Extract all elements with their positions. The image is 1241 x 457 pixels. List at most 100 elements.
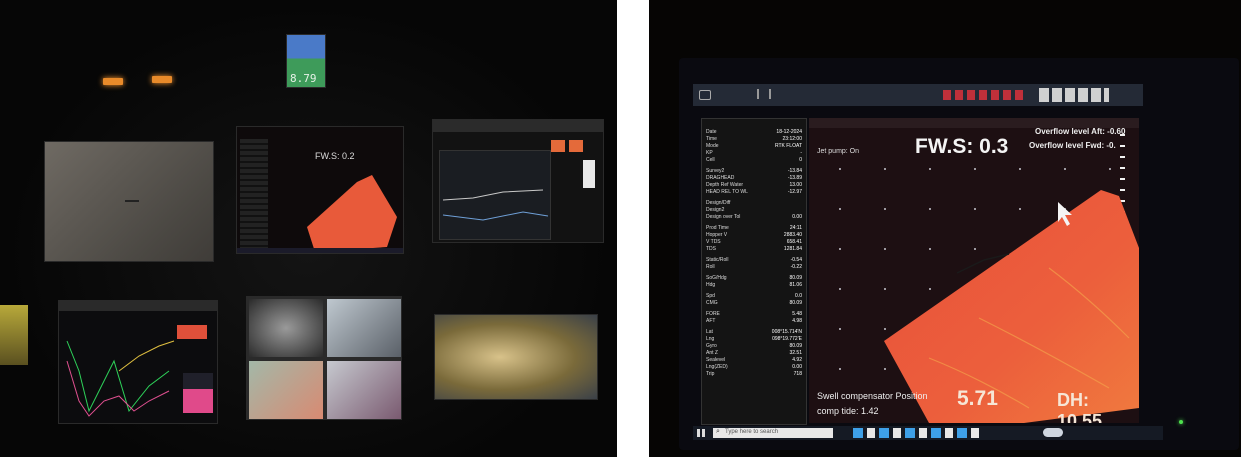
panel-row-value: 5.48 <box>792 311 802 317</box>
panel-row: Depth Ref Water 13.00 <box>702 182 806 189</box>
panel-row: Spd 0.0 <box>702 293 806 300</box>
underwater-camera-monitor <box>434 314 598 400</box>
toolbar-icon-strip[interactable] <box>1039 88 1109 102</box>
panel-row-value: 80.09 <box>789 300 802 306</box>
panel-row-value: -12.97 <box>787 189 802 195</box>
swell-compensator-text: Swell compensator Position <box>817 391 928 401</box>
panel-row-value: -13.89 <box>787 175 802 181</box>
panel-row-value: 23:12:00 <box>782 136 802 142</box>
filter-icon[interactable] <box>757 89 771 99</box>
panel-row: Design over Tol 0.00 <box>702 214 806 221</box>
panel-row-value: 80.09 <box>789 275 802 281</box>
panel-row-label: Hdg <box>706 282 716 288</box>
monitor-mark <box>125 200 139 202</box>
start-icon[interactable] <box>697 429 705 437</box>
camera-icon[interactable] <box>699 90 711 100</box>
panel-row-value: 80.09 <box>789 343 802 349</box>
panel-row-label: Date <box>706 129 717 135</box>
taskbar-search-placeholder: Type here to search <box>725 429 779 435</box>
camera-grid-monitor <box>246 296 402 420</box>
panel-row-value: - <box>800 150 802 156</box>
search-icon: ⌕ <box>716 428 720 435</box>
dredge-profile-monitor: FW.S: 0.2 <box>236 126 404 254</box>
panel-row-label: FORE <box>706 311 720 317</box>
panel-row: AFT 4.98 <box>702 318 806 325</box>
panel-row-value: 4.98 <box>792 318 802 324</box>
panel-row-label: Prod Time <box>706 225 729 231</box>
panel-row-value: 0 <box>799 157 802 163</box>
windows-taskbar: ⌕ Type here to search <box>693 426 1163 440</box>
panel-row-label: TDS <box>706 246 716 252</box>
panel-row: Design/Diff <box>702 200 806 207</box>
panel-row-label: KP <box>706 150 713 156</box>
panel-row: Design2 <box>702 207 806 214</box>
panel-row: Time 23:12:00 <box>702 136 806 143</box>
left-photo: 8.79 FW.S: 0.2 <box>0 0 617 457</box>
side-equipment <box>0 305 28 365</box>
panel-row-label: HEAD REL TO WL <box>706 189 748 195</box>
panel-row: FORE 5.48 <box>702 311 806 318</box>
panel-row-label: Gyro <box>706 343 717 349</box>
panel-row-label: AFT <box>706 318 716 324</box>
small-status-display: 8.79 <box>286 34 326 88</box>
weather-icon <box>1043 428 1063 437</box>
panel-row-value: 32.51 <box>789 350 802 356</box>
panel-row-label: Lng(ZED) <box>706 364 728 370</box>
panel-row: Lat 008°15.714'N <box>702 329 806 336</box>
panel-row: Hopper V 2883.40 <box>702 232 806 239</box>
camera-feed <box>327 299 401 357</box>
panel-row-value: -0.22 <box>790 264 802 270</box>
camera-feed <box>327 361 401 419</box>
panel-row-value: 0.0 <box>795 293 802 299</box>
panel-row: V TDS 658.41 <box>702 239 806 246</box>
panel-row-value: 24:11 <box>789 225 802 231</box>
panel-row-value: RTK FLOAT <box>774 143 802 149</box>
panel-row-label: Depth Ref Water <box>706 182 744 188</box>
panel-row-value: 81.06 <box>789 282 802 288</box>
camera-feed <box>249 299 323 357</box>
panel-row-label: Spd <box>706 293 715 299</box>
panel-row: SoG/Hdg 80.09 <box>702 275 806 282</box>
monitor-swath-shape <box>307 175 397 252</box>
profile-chart-monitor <box>432 119 604 243</box>
panel-row-label: Cell <box>706 157 715 163</box>
taskbar-app-icons[interactable] <box>853 428 983 438</box>
app-toolbar <box>693 84 1143 106</box>
panel-row-label: Ant Z <box>706 350 718 356</box>
taskbar-search[interactable]: ⌕ Type here to search <box>713 428 833 438</box>
panel-row-label: Design2 <box>706 207 725 213</box>
dh-readout: DH: 10.55 <box>1057 390 1103 423</box>
panel-row: Hdg 81.06 <box>702 282 806 289</box>
red-bar-block <box>177 325 207 339</box>
panel-row-label: Sealevel <box>706 357 726 363</box>
left-panel-rows: Date 18-12-2024 Time 23:12:00 Mode RTK FLOAT K… <box>702 119 806 378</box>
panel-row-value: 0.00 <box>792 214 802 220</box>
small-display-reading: 8.79 <box>290 72 317 85</box>
panel-row-label: Static/Roll <box>706 257 729 263</box>
panel-row-label: Roll <box>706 264 715 270</box>
panel-row: CMG 80.09 <box>702 300 806 307</box>
panel-row: HEAD REL TO WL -12.97 <box>702 189 806 196</box>
comp-tide-text: comp tide: 1.42 <box>817 406 879 416</box>
panel-row-label: Survey2 <box>706 168 725 174</box>
camera-feed <box>249 361 323 419</box>
panel-row-label: Design/Diff <box>706 200 731 206</box>
panel-row: Trip 718 <box>702 371 806 378</box>
panel-row: Static/Roll -0.54 <box>702 257 806 264</box>
panel-row: Date 18-12-2024 <box>702 129 806 136</box>
panel-row-label: SoG/Hdg <box>706 275 727 281</box>
panel-row-value: 2883.40 <box>783 232 802 238</box>
panel-row: Lng(ZED) 0.00 <box>702 364 806 371</box>
panel-row-value: 718 <box>793 371 802 377</box>
panel-row-value: 008°15.714'N <box>771 329 802 335</box>
panel-row-value: 18-12-2024 <box>776 129 802 135</box>
gray-camera-monitor <box>44 141 214 262</box>
panel-row: Prod Time 24:11 <box>702 225 806 232</box>
dredge-main-display: Jet pump: On FW.S: 0.3 Overflow level Af… <box>809 118 1139 423</box>
toolbar-red-buttons[interactable] <box>943 90 1023 100</box>
amber-indicator-light <box>152 76 172 83</box>
panel-row: Cell 0 <box>702 157 806 164</box>
panel-row-value: 658.41 <box>786 239 802 245</box>
panel-row: Mode RTK FLOAT <box>702 143 806 150</box>
panel-row: DRAGHEAD -13.89 <box>702 175 806 182</box>
